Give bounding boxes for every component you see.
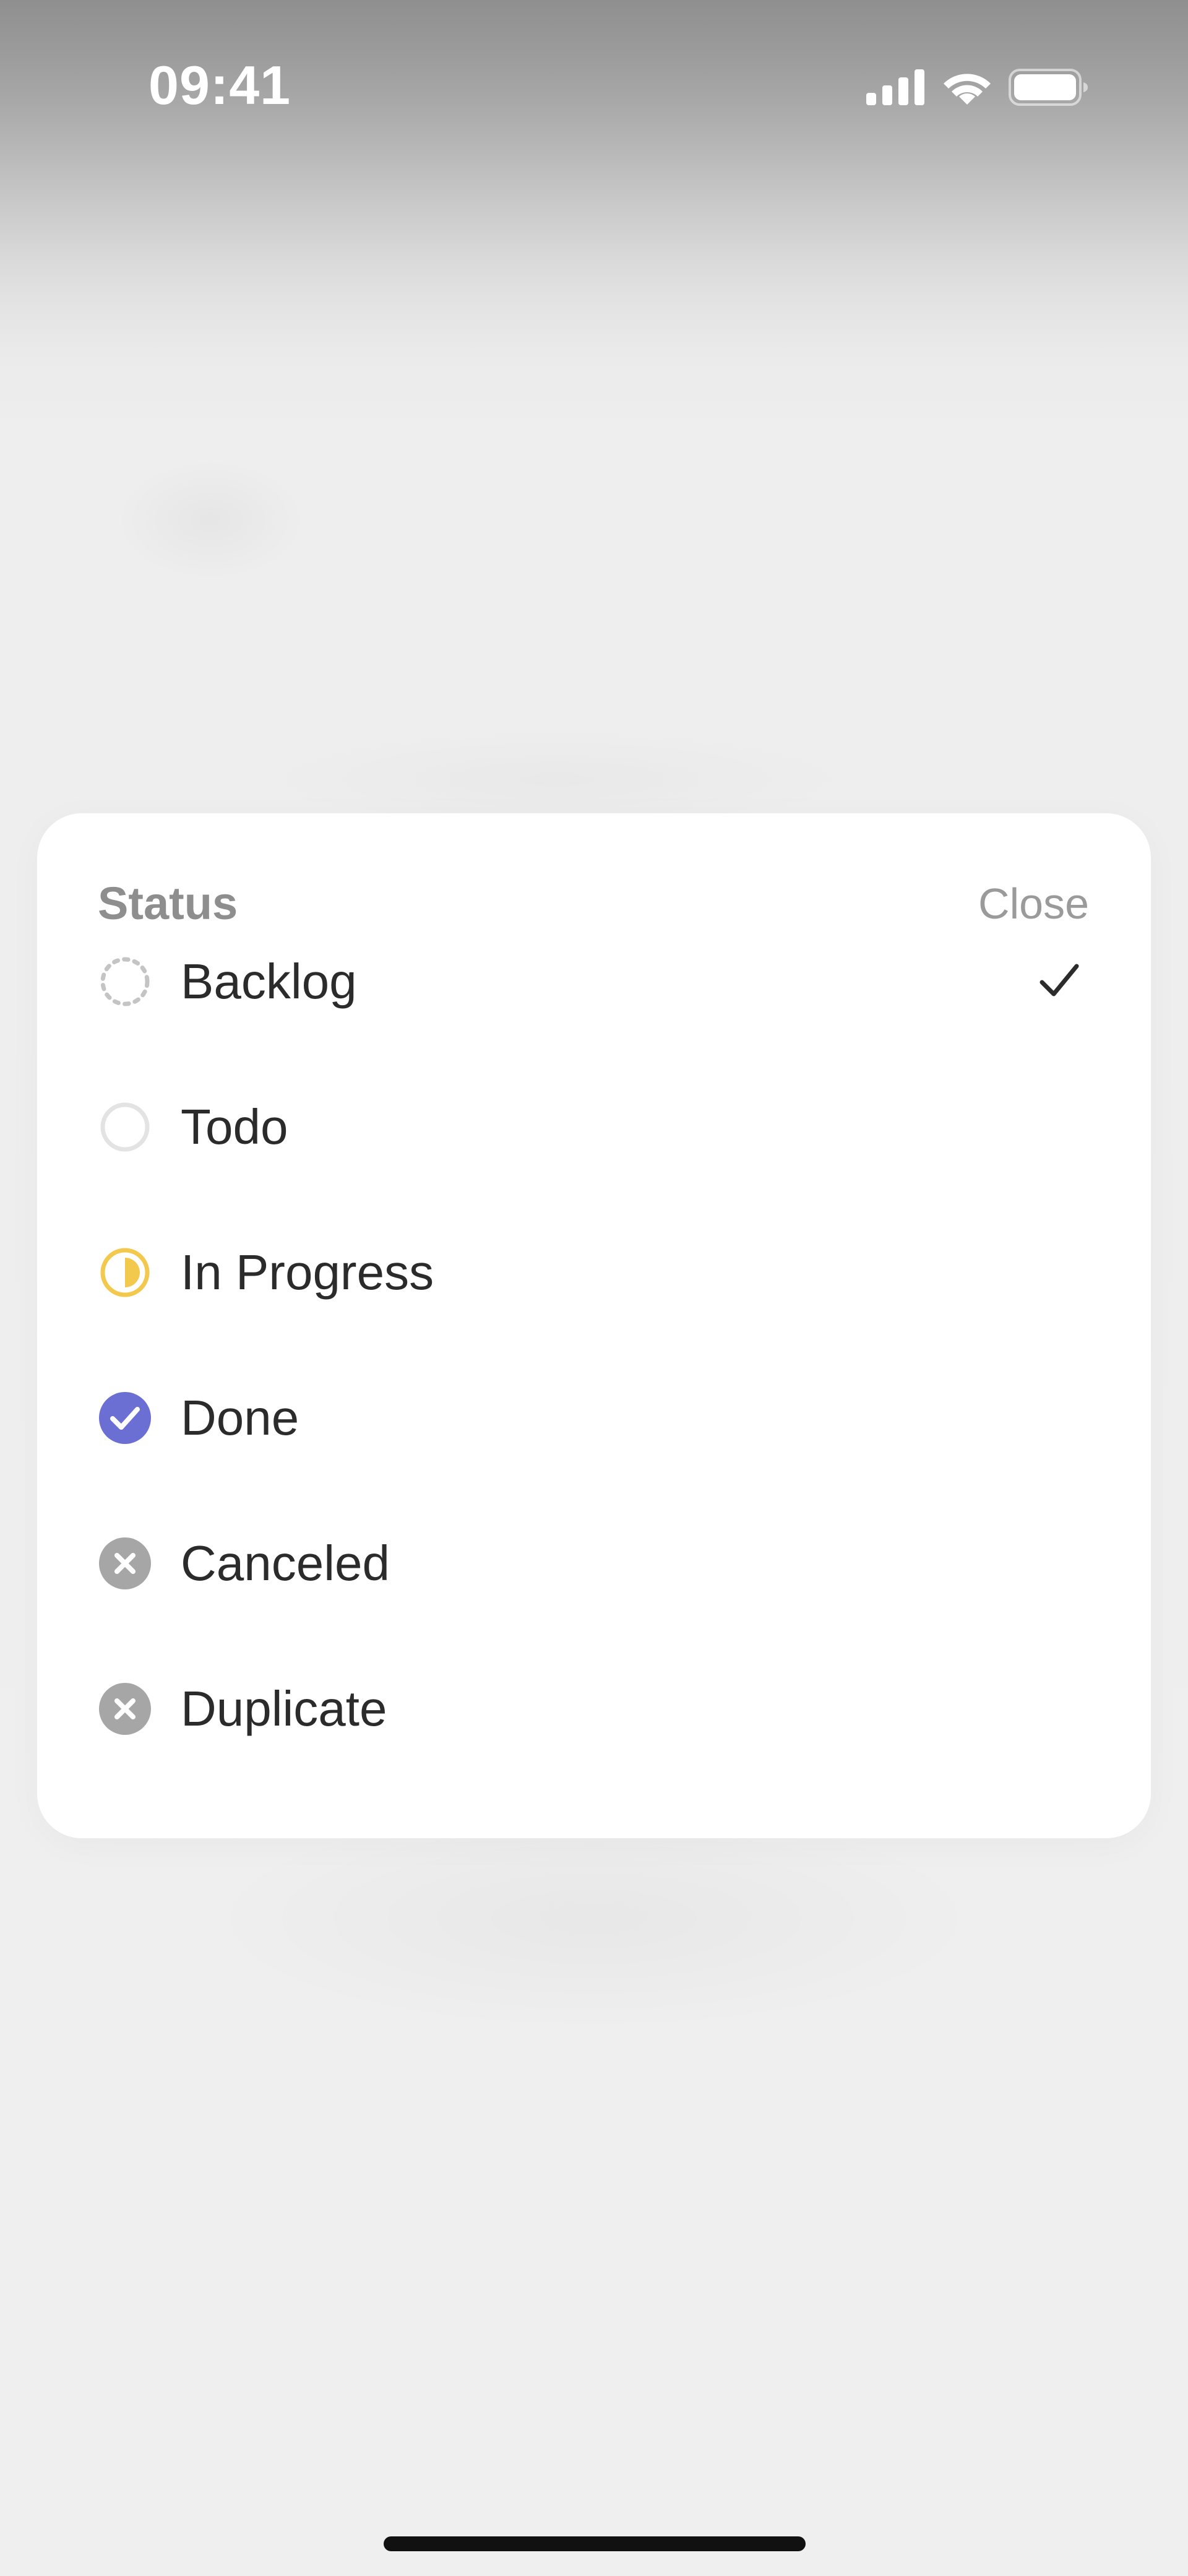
in-progress-half-circle-icon bbox=[98, 1245, 152, 1300]
canceled-x-circle-icon bbox=[98, 1536, 152, 1591]
close-button[interactable]: Close bbox=[978, 878, 1089, 930]
backlog-dashed-circle-icon bbox=[98, 954, 152, 1009]
done-check-circle-icon bbox=[98, 1391, 152, 1445]
status-icons bbox=[866, 66, 1089, 109]
battery-icon bbox=[1009, 69, 1089, 106]
status-options-list: Backlog Todo In Progress Done Canceled D… bbox=[37, 923, 1151, 1796]
home-indicator[interactable] bbox=[384, 2536, 806, 2551]
sheet-header: Status Close bbox=[37, 813, 1151, 929]
status-option-done[interactable]: Done bbox=[37, 1359, 1151, 1505]
todo-empty-circle-icon bbox=[98, 1100, 152, 1154]
sheet-title: Status bbox=[98, 878, 238, 929]
status-option-todo[interactable]: Todo bbox=[37, 1068, 1151, 1214]
wifi-icon bbox=[942, 69, 992, 106]
status-option-label: Todo bbox=[181, 1099, 288, 1154]
status-option-canceled[interactable]: Canceled bbox=[37, 1505, 1151, 1650]
status-picker-sheet: Status Close Backlog Todo In Progress Do… bbox=[37, 813, 1151, 1838]
status-option-backlog[interactable]: Backlog bbox=[37, 923, 1151, 1068]
status-option-in-progress[interactable]: In Progress bbox=[37, 1214, 1151, 1359]
status-option-label: Canceled bbox=[181, 1536, 390, 1591]
status-time: 09:41 bbox=[148, 54, 291, 116]
selected-checkmark-icon bbox=[1036, 957, 1083, 1005]
status-option-label: Duplicate bbox=[181, 1681, 387, 1736]
cellular-signal-icon bbox=[866, 69, 926, 105]
status-option-label: Backlog bbox=[181, 954, 357, 1009]
duplicate-x-circle-icon bbox=[98, 1682, 152, 1736]
status-option-label: In Progress bbox=[181, 1245, 434, 1300]
status-bar: 09:41 bbox=[0, 0, 1188, 179]
status-option-label: Done bbox=[181, 1390, 299, 1445]
status-option-duplicate[interactable]: Duplicate bbox=[37, 1650, 1151, 1796]
